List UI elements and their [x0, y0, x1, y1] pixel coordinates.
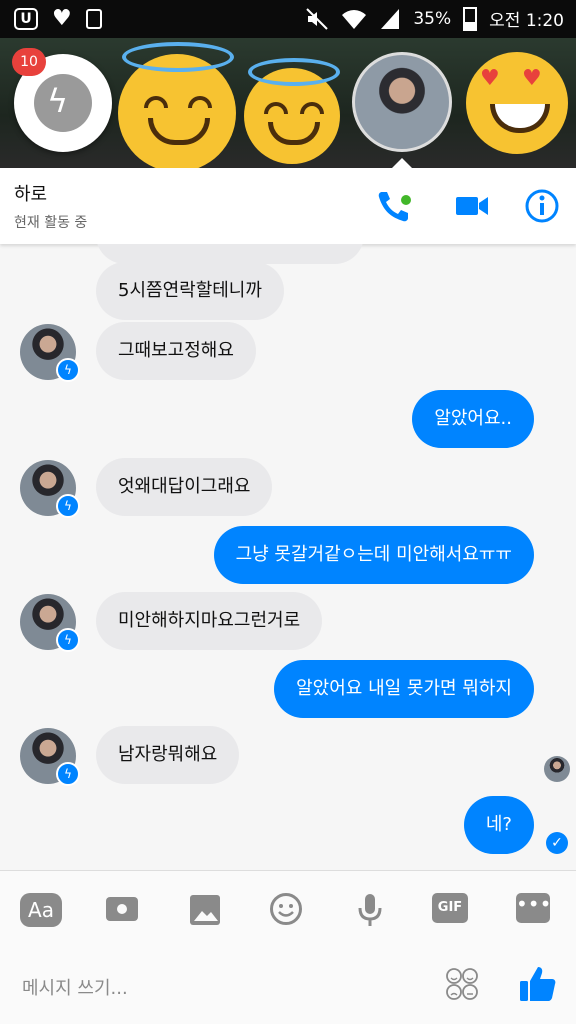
incoming-message[interactable]: 그때보고정해요 — [96, 322, 256, 380]
contact-avatar[interactable]: ϟ — [20, 324, 80, 382]
video-call-icon[interactable] — [452, 186, 492, 226]
contact-avatar[interactable]: ϟ — [20, 460, 80, 518]
halo-icon — [122, 42, 234, 72]
gif-button[interactable]: GIF — [432, 893, 468, 923]
chat-heads-strip: ϟ 10 ♥ ♥ — [0, 38, 576, 168]
contact-name[interactable]: 하로 — [14, 180, 47, 206]
halo-smile-chat-head[interactable] — [244, 58, 340, 164]
more-options-button[interactable]: ••• — [516, 893, 551, 923]
composer-toolbar: Aa GIF ••• — [0, 870, 576, 947]
message-input[interactable]: 메시지 쓰기... — [22, 974, 128, 1000]
outgoing-message[interactable]: 알았어요.. — [412, 390, 534, 448]
emoji-icon[interactable] — [268, 893, 308, 927]
incoming-message-partial — [96, 244, 364, 264]
incoming-message[interactable]: 엇왜대답이그래요 — [96, 458, 273, 516]
outgoing-message[interactable]: 그냥 못갈거같ㅇ는데 미안해서요ㅠㅠ — [213, 526, 534, 584]
info-icon[interactable] — [522, 186, 562, 226]
status-bar: U ♥ 35% 오전 1:20 — [0, 0, 576, 38]
halo-smile-chat-head[interactable] — [118, 42, 236, 168]
contact-avatar[interactable]: ϟ — [20, 728, 80, 786]
heart-icon: ♥ — [52, 6, 72, 31]
conversation-header: 하로 현재 활동 중 — [0, 168, 576, 244]
u-plus-icon: U — [14, 8, 38, 30]
unread-badge: 10 — [12, 48, 46, 76]
notification-icons: U ♥ — [14, 8, 102, 30]
signal-icon — [381, 8, 400, 29]
camera-icon[interactable] — [104, 893, 144, 927]
messenger-badge-icon: ϟ — [56, 762, 80, 786]
like-thumb-icon[interactable] — [518, 964, 558, 1004]
clipboard-icon — [85, 9, 102, 29]
sticker-icon[interactable] — [444, 966, 480, 1002]
clock: 오전 1:20 — [489, 11, 564, 31]
messenger-bolt-icon: ϟ — [47, 82, 69, 120]
outgoing-message[interactable]: 알았어요 내일 못가면 뭐하지 — [274, 660, 534, 718]
active-status: 현재 활동 중 — [14, 215, 88, 231]
incoming-message[interactable]: 5시쯤연락할테니까 — [96, 262, 284, 320]
system-icons: 35% 오전 1:20 — [305, 6, 564, 31]
heart-eyes-chat-head[interactable]: ♥ ♥ — [466, 52, 568, 154]
gallery-icon[interactable] — [186, 893, 226, 927]
message-list[interactable]: 5시쯤연락할테니까 ϟ 그때보고정해요 알았어요.. ϟ 엇왜대답이그래요 그냥… — [0, 244, 576, 870]
incoming-message[interactable]: 남자랑뭐해요 — [96, 726, 240, 784]
contact-avatar[interactable]: ϟ — [20, 594, 80, 652]
battery-percent: 35% — [413, 8, 452, 29]
message-input-area[interactable]: 메시지 쓰기... — [0, 946, 576, 1024]
halo-icon — [248, 58, 340, 86]
outgoing-message[interactable]: 네? — [463, 796, 534, 854]
voice-call-icon[interactable] — [374, 186, 414, 226]
messenger-badge-icon: ϟ — [56, 358, 80, 382]
incoming-message[interactable]: 미안해하지마요그런거로 — [96, 592, 323, 650]
messenger-badge-icon: ϟ — [56, 628, 80, 652]
text-style-button[interactable]: Aa — [20, 893, 62, 927]
microphone-icon[interactable] — [350, 893, 390, 927]
wifi-icon — [342, 9, 367, 29]
battery-icon — [463, 6, 478, 31]
messenger-badge-icon: ϟ — [56, 494, 80, 518]
contact-photo-chat-head[interactable] — [352, 52, 452, 152]
seen-indicator-avatar — [544, 756, 570, 782]
delivered-check-icon: ✓ — [546, 832, 568, 854]
mute-icon — [306, 7, 329, 30]
